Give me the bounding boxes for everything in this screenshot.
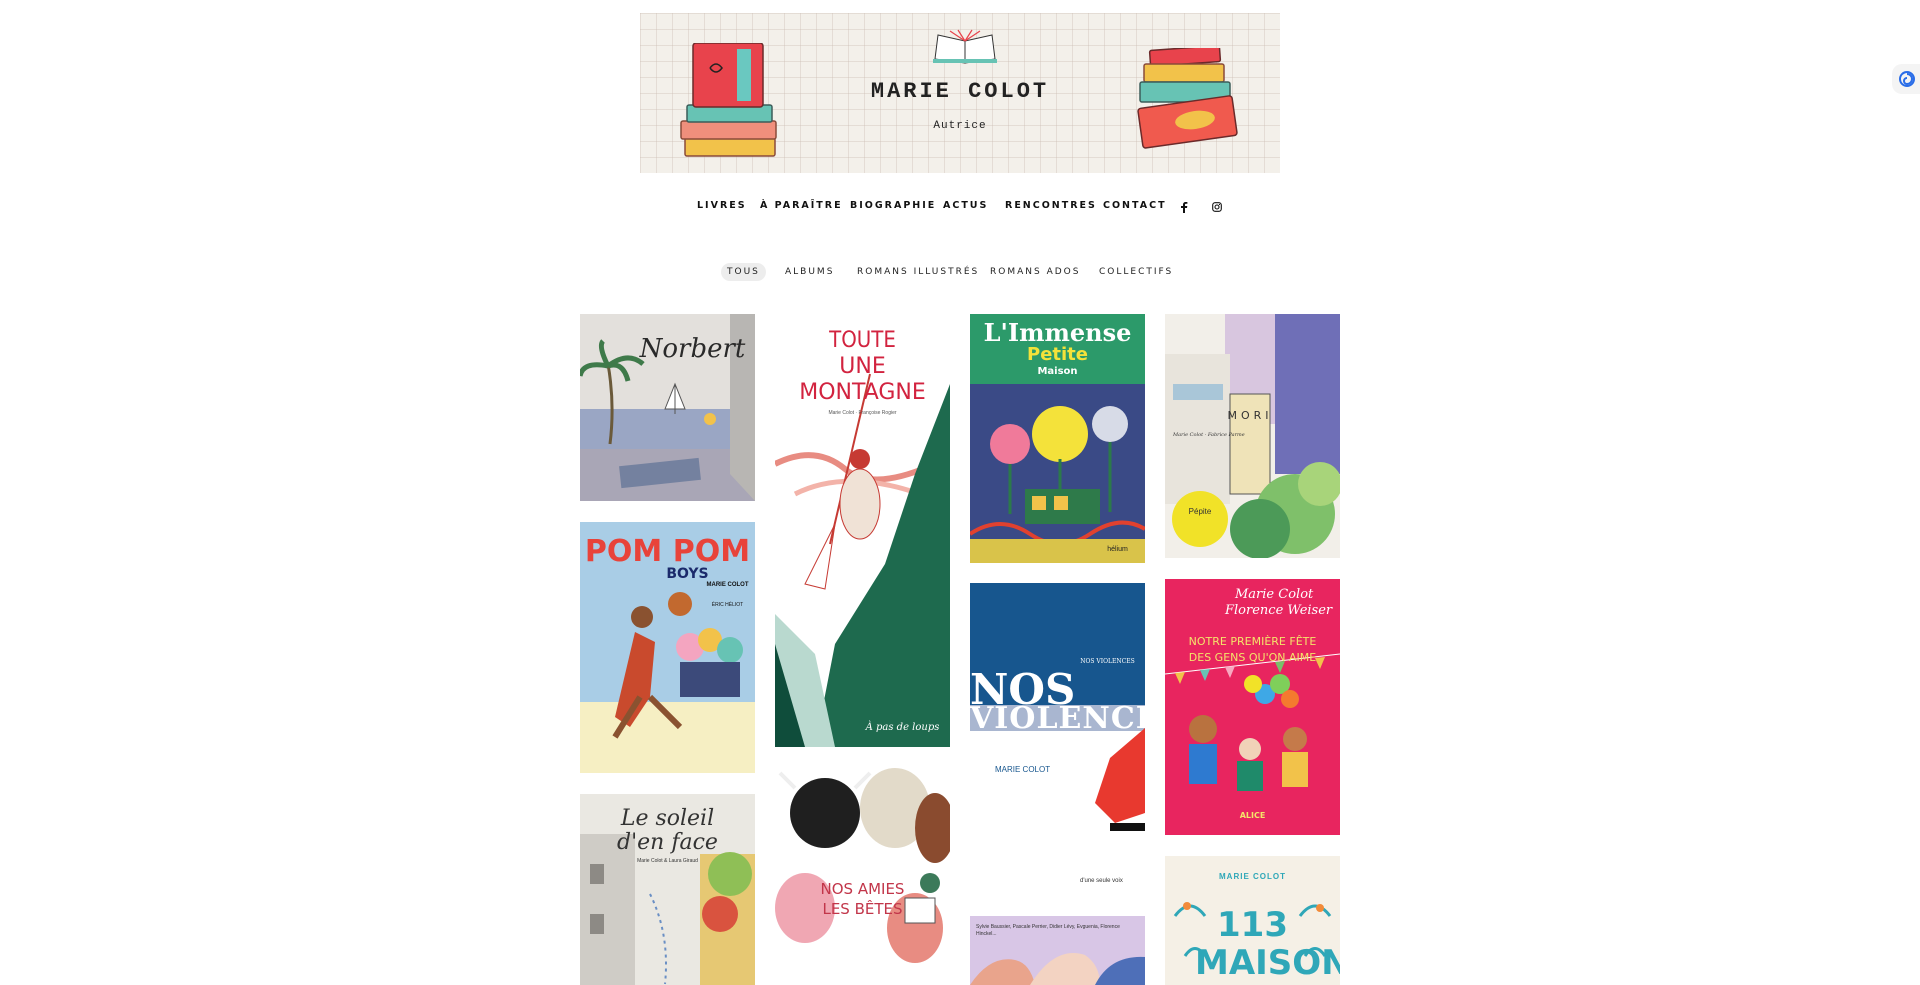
facebook-icon[interactable] — [1180, 202, 1188, 213]
book-title-line1: NOS AMIES — [820, 880, 905, 898]
amies-illustration — [775, 768, 950, 963]
book-cover-mori[interactable]: MORI Marie Colot · Fabrice Parme Pépite — [1165, 314, 1340, 558]
instagram-icon[interactable] — [1212, 202, 1222, 212]
book-title-line2: DES GENS QU'ON AIME — [1188, 651, 1317, 664]
book-cover-nos-violences[interactable]: NOS VIOLENCES NOS VIOLENCES MARIE COLOT … — [970, 583, 1145, 899]
book-tagline: d'une seule voix — [1080, 878, 1123, 884]
book-cover-collectif[interactable]: Sylvie Baussier, Pascale Perrier, Didier… — [970, 916, 1145, 985]
book-cover-pompom-boys[interactable]: POM POM BOYS MARIE COLOT ÉRIC HÉLIOT — [580, 522, 755, 773]
filter-tous[interactable]: TOUS — [721, 263, 766, 281]
header-banner[interactable]: MARIE COLOT Autrice — [640, 13, 1280, 173]
book-title-line2: UNE — [839, 354, 886, 379]
nav-item-contact[interactable]: CONTACT — [1103, 200, 1167, 211]
book-title-line2: Petite — [1027, 344, 1088, 365]
book-cover-le-soleil-den-face[interactable]: Le soleil d'en face Marie Colot & Laura … — [580, 794, 755, 985]
book-stack-right-icon — [1137, 48, 1238, 149]
book-badge: Pépite — [1188, 507, 1212, 516]
book-title-line2: VIOLENCES — [970, 701, 1145, 736]
book-title: Norbert — [639, 334, 746, 364]
book-title: 113 MAISONS — [1195, 905, 1340, 983]
book-title-line3: MONTAGNE — [799, 380, 926, 405]
open-book-icon — [933, 29, 997, 64]
filter-albums[interactable]: ALBUMS — [785, 263, 834, 281]
book-cover-notre-premiere-fete[interactable]: Marie Colot Florence Weiser NOTRE PREMIÈ… — [1165, 579, 1340, 835]
book-publisher: ALICE — [1239, 811, 1266, 820]
book-small-title: NOS VIOLENCES — [1080, 658, 1135, 665]
violences-illustration — [970, 583, 1145, 831]
book-title-line1: Le soleil — [620, 806, 715, 831]
book-cover-nos-amies-les-betes[interactable]: NOS AMIES LES BÊTES — [775, 768, 950, 985]
book-cover-toute-une-montagne[interactable]: TOUTE UNE MONTAGNE Marie Colot · Françoi… — [775, 314, 950, 747]
book-contributors: Sylvie Baussier, Pascale Perrier, Didier… — [976, 924, 1120, 937]
book-publisher: hélium — [1107, 546, 1128, 553]
book-author: MARIE COLOT — [1219, 872, 1286, 881]
floating-widget-button[interactable] — [1892, 64, 1920, 94]
main-nav: LIVRES À PARAÎTRE BIOGRAPHIE ACTUS RENCO… — [0, 200, 1920, 214]
filter-romans-illustres[interactable]: ROMANS ILLUSTRÉS — [857, 263, 979, 281]
filter-collectifs[interactable]: COLLECTIFS — [1099, 263, 1173, 281]
nav-item-a-paraitre[interactable]: À PARAÎTRE — [760, 200, 843, 211]
book-cover-norbert[interactable]: Norbert — [580, 314, 755, 501]
book-title: POM POM — [584, 534, 751, 569]
book-authors: Marie Colot · Fabrice Parme — [1173, 432, 1245, 438]
nav-item-biographie[interactable]: BIOGRAPHIE — [850, 200, 936, 211]
book-title-line2: d'en face — [617, 830, 718, 855]
book-authors-line2: Florence Weiser — [1225, 603, 1333, 618]
book-subtitle: BOYS — [666, 566, 709, 582]
book-cover-113-maisons[interactable]: MARIE COLOT 113 MAISONS — [1165, 856, 1340, 985]
book-title-line3: Maison — [1037, 366, 1078, 377]
book-title-line1: L'Immense — [983, 318, 1132, 347]
nav-item-rencontres[interactable]: RENCONTRES — [1005, 200, 1097, 211]
book-title: MORI — [1227, 409, 1273, 422]
book-title-line1: NOTRE PREMIÈRE FÊTE — [1188, 635, 1317, 648]
book-cover-limmense-petite-maison[interactable]: L'Immense Petite Maison hélium — [970, 314, 1145, 563]
swirl-icon — [1899, 71, 1915, 87]
book-author: MARIE COLOT — [995, 765, 1051, 774]
book-authors: Marie Colot & Laura Giraud — [637, 858, 698, 864]
book-illustrator: ÉRIC HÉLIOT — [711, 602, 744, 608]
book-author: MARIE COLOT — [706, 582, 749, 588]
book-publisher: À pas de loups — [865, 722, 940, 733]
book-title-line1: TOUTE — [829, 328, 896, 353]
book-authors: Marie Colot · Françoise Rogier — [828, 410, 897, 416]
nav-item-actus[interactable]: ACTUS — [943, 200, 988, 211]
book-authors-line1: Marie Colot — [1235, 587, 1314, 602]
book-title-line2: LES BÊTES — [822, 900, 903, 918]
filter-romans-ados[interactable]: ROMANS ADOS — [990, 263, 1080, 281]
nav-item-livres[interactable]: LIVRES — [697, 200, 747, 211]
